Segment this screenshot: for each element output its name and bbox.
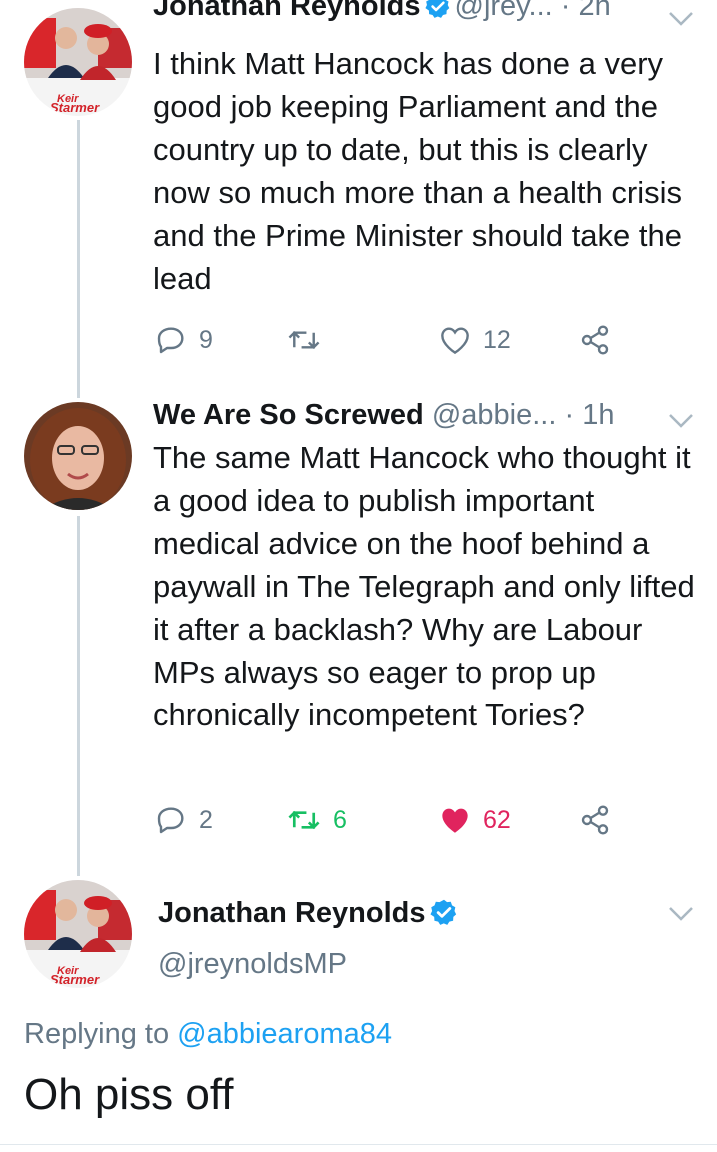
- main-tweet-name-row: Jonathan Reynolds: [158, 895, 462, 931]
- reply-count: 9: [199, 325, 213, 354]
- display-name[interactable]: Jonathan Reynolds: [158, 897, 426, 929]
- chevron-down-icon[interactable]: [667, 412, 695, 430]
- retweet-icon: [288, 810, 320, 830]
- avatar[interactable]: [24, 402, 132, 510]
- avatar-image: Keir Starmer: [24, 880, 132, 988]
- handle[interactable]: @abbie...: [432, 399, 557, 431]
- timestamp[interactable]: 1h: [582, 399, 614, 431]
- avatar-banner-text: Starmer: [50, 972, 100, 987]
- chevron-down-icon[interactable]: [667, 10, 695, 28]
- divider: [0, 1144, 717, 1145]
- replying-to-line: Replying to @abbiearoma84: [24, 1016, 392, 1052]
- timestamp[interactable]: 2h: [578, 0, 610, 22]
- tweet-text: The same Matt Hancock who thought it a g…: [153, 440, 704, 733]
- replying-to-link[interactable]: @abbiearoma84: [177, 1018, 392, 1050]
- share-button[interactable]: [579, 800, 611, 840]
- display-name[interactable]: Jonathan Reynolds: [153, 0, 421, 22]
- verified-badge-icon: [424, 0, 449, 18]
- tweet-header: We Are So Screwed @abbie... · 1h: [153, 397, 614, 433]
- reply-button[interactable]: 2: [155, 800, 213, 840]
- retweet-button[interactable]: [287, 320, 333, 360]
- avatar-image: Keir Starmer: [24, 8, 132, 116]
- share-icon: [581, 325, 609, 355]
- like-button[interactable]: 12: [439, 320, 511, 360]
- separator-dot: ·: [560, 0, 571, 22]
- replying-to-label: Replying to: [24, 1018, 178, 1050]
- retweet-icon: [288, 330, 320, 350]
- avatar-image: [24, 402, 132, 510]
- separator-dot: ·: [564, 399, 575, 431]
- thread-line: [77, 516, 80, 876]
- handle[interactable]: @jrey...: [455, 0, 553, 22]
- main-tweet-text: Oh piss off: [24, 1070, 234, 1119]
- like-count: 12: [483, 325, 511, 354]
- tweet-text: I think Matt Hancock has done a very goo…: [153, 46, 691, 296]
- tweet-actions: 2 6 62: [153, 800, 633, 840]
- tweet-actions: 9 12: [153, 320, 633, 360]
- share-icon: [581, 805, 609, 835]
- reply-icon: [157, 327, 184, 354]
- retweet-count: 6: [333, 805, 347, 834]
- share-button[interactable]: [579, 320, 611, 360]
- verified-badge-icon: [429, 899, 456, 925]
- chevron-down-icon[interactable]: [667, 905, 695, 923]
- thread-line: [77, 120, 80, 398]
- reply-button[interactable]: 9: [155, 320, 213, 360]
- reply-count: 2: [199, 805, 213, 834]
- heart-filled-icon: [442, 808, 468, 833]
- display-name[interactable]: We Are So Screwed: [153, 399, 424, 431]
- reply-icon: [157, 807, 184, 834]
- avatar-banner-text: Starmer: [50, 100, 100, 115]
- avatar[interactable]: Keir Starmer: [24, 8, 132, 116]
- retweet-button[interactable]: 6: [287, 800, 347, 840]
- like-count: 62: [483, 805, 511, 834]
- tweet-header: Jonathan Reynolds @jrey... · 2h: [153, 0, 611, 24]
- heart-icon: [441, 327, 469, 355]
- main-handle[interactable]: @jreynoldsMP: [158, 946, 347, 982]
- avatar[interactable]: Keir Starmer: [24, 880, 132, 988]
- like-button[interactable]: 62: [439, 800, 511, 840]
